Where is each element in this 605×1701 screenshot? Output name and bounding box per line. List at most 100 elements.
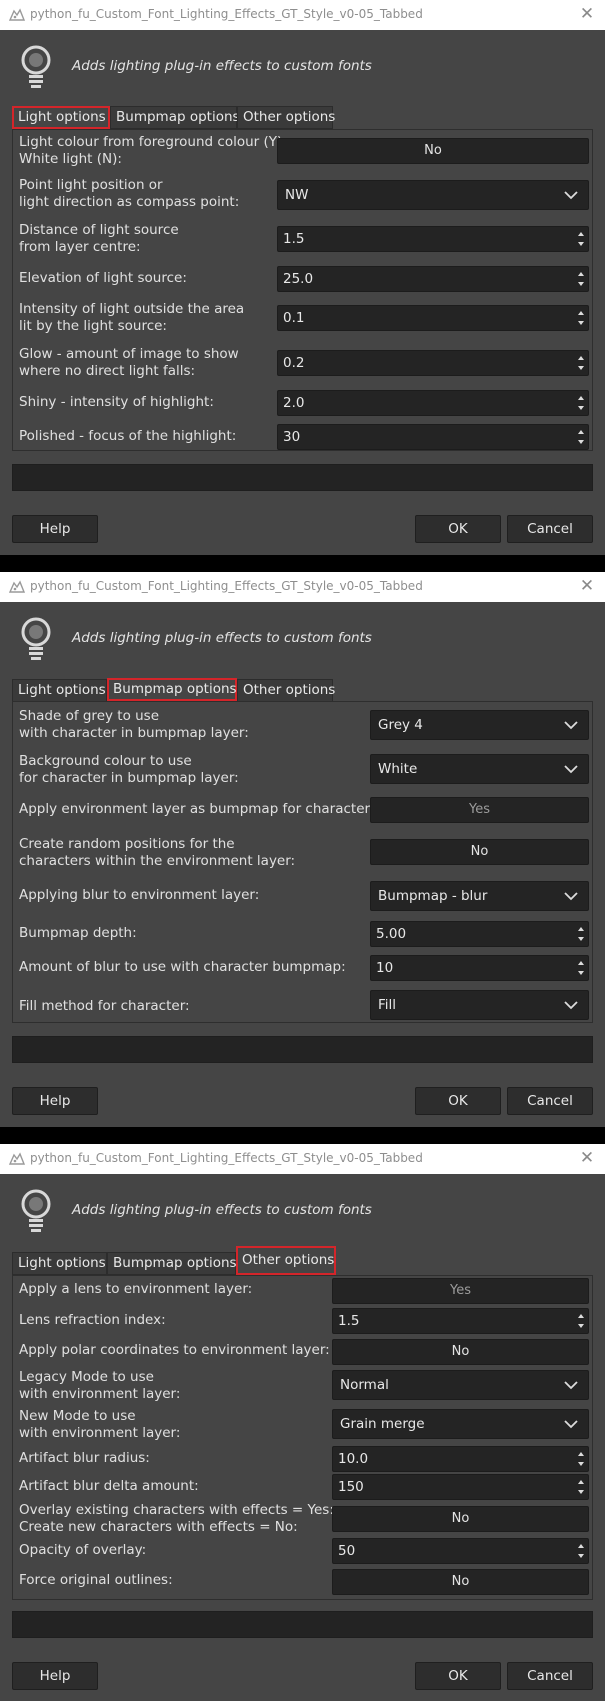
gimp-wilber-icon xyxy=(9,1152,25,1165)
grey-shade-value: Grey 4 xyxy=(378,717,423,733)
polished-value: 30 xyxy=(283,429,301,445)
outlines-label: Force original outlines: xyxy=(19,1572,173,1588)
intensity-spinbox[interactable]: 0.1 xyxy=(277,305,589,331)
polished-label: Polished - focus of the highlight: xyxy=(19,428,237,444)
legacy-mode-value: Normal xyxy=(340,1377,389,1393)
close-icon[interactable]: ✕ xyxy=(577,3,597,25)
help-button[interactable]: Help xyxy=(12,515,98,543)
env-blur-select[interactable]: Bumpmap - blur xyxy=(370,881,589,911)
random-positions-toggle[interactable]: No xyxy=(370,839,589,865)
env-bumpmap-toggle[interactable]: Yes xyxy=(370,797,589,823)
shiny-spinbox[interactable]: 2.0 xyxy=(277,390,589,416)
tab-bumpmap-options[interactable]: Bumpmap options xyxy=(110,106,240,129)
blur-amount-value: 10 xyxy=(376,960,394,976)
ok-button[interactable]: OK xyxy=(415,1662,501,1690)
ok-button[interactable]: OK xyxy=(415,515,501,543)
spin-arrows-icon[interactable] xyxy=(576,228,586,250)
intensity-value: 0.1 xyxy=(283,310,305,326)
tab-other-options[interactable]: Other options xyxy=(237,679,335,702)
cancel-button[interactable]: Cancel xyxy=(507,1087,593,1115)
polar-label: Apply polar coordinates to environment l… xyxy=(19,1342,330,1358)
light-colour-toggle[interactable]: No xyxy=(277,138,589,164)
legacy-mode-select[interactable]: Normal xyxy=(332,1370,589,1400)
new-mode-label: New Mode to use with environment layer: xyxy=(19,1408,181,1441)
new-mode-select[interactable]: Grain merge xyxy=(332,1409,589,1439)
tab-bumpmap-options[interactable]: Bumpmap options xyxy=(107,678,237,701)
light-position-label: Point light position or light direction … xyxy=(19,177,240,210)
tab-bumpmap-options[interactable]: Bumpmap options xyxy=(107,1252,237,1275)
spin-arrows-icon[interactable] xyxy=(576,1476,586,1498)
help-button[interactable]: Help xyxy=(12,1087,98,1115)
spin-arrows-icon[interactable] xyxy=(576,352,586,374)
elevation-value: 25.0 xyxy=(283,271,314,287)
chevron-down-icon xyxy=(564,765,578,774)
shiny-value: 2.0 xyxy=(283,395,305,411)
env-bumpmap-label: Apply environment layer as bumpmap for c… xyxy=(19,801,375,817)
opacity-label: Opacity of overlay: xyxy=(19,1542,147,1558)
help-button[interactable]: Help xyxy=(12,1662,98,1690)
title-bar: python_fu_Custom_Font_Lighting_Effects_G… xyxy=(0,0,605,30)
outlines-toggle[interactable]: No xyxy=(332,1569,589,1595)
new-mode-value: Grain merge xyxy=(340,1416,425,1432)
polished-spinbox[interactable]: 30 xyxy=(277,424,589,450)
refraction-value: 1.5 xyxy=(338,1313,360,1329)
artifact-radius-value: 10.0 xyxy=(338,1451,369,1467)
spin-arrows-icon[interactable] xyxy=(576,1448,586,1470)
chevron-down-icon xyxy=(564,191,578,200)
light-bulb-icon xyxy=(21,617,51,660)
shiny-label: Shiny - intensity of highlight: xyxy=(19,394,214,410)
refraction-spinbox[interactable]: 1.5 xyxy=(332,1308,589,1334)
spin-arrows-icon[interactable] xyxy=(576,307,586,329)
lens-label: Apply a lens to environment layer: xyxy=(19,1281,253,1297)
spin-arrows-icon[interactable] xyxy=(576,957,586,979)
tab-other-options[interactable]: Other options xyxy=(237,106,335,129)
spin-arrows-icon[interactable] xyxy=(576,426,586,448)
glow-spinbox[interactable]: 0.2 xyxy=(277,350,589,376)
artifact-radius-label: Artifact blur radius: xyxy=(19,1450,150,1466)
legacy-mode-label: Legacy Mode to use with environment laye… xyxy=(19,1369,181,1402)
artifact-delta-value: 150 xyxy=(338,1479,364,1495)
artifact-radius-spinbox[interactable]: 10.0 xyxy=(332,1446,589,1472)
lens-toggle[interactable]: Yes xyxy=(332,1278,589,1304)
grey-shade-select[interactable]: Grey 4 xyxy=(370,710,589,740)
light-position-select[interactable]: NW xyxy=(277,180,589,210)
tab-light-options[interactable]: Light options xyxy=(12,679,107,702)
opacity-value: 50 xyxy=(338,1543,356,1559)
artifact-delta-label: Artifact blur delta amount: xyxy=(19,1478,199,1494)
spin-arrows-icon[interactable] xyxy=(576,1310,586,1332)
dialog-light-options: python_fu_Custom_Font_Lighting_Effects_G… xyxy=(0,0,605,555)
background-colour-select[interactable]: White xyxy=(370,754,589,784)
dialog-other-options: python_fu_Custom_Font_Lighting_Effects_G… xyxy=(0,1144,605,1701)
spin-arrows-icon[interactable] xyxy=(576,1540,586,1562)
spin-arrows-icon[interactable] xyxy=(576,268,586,290)
overlay-toggle[interactable]: No xyxy=(332,1506,589,1532)
fill-method-select[interactable]: Fill xyxy=(370,990,589,1020)
gimp-wilber-icon xyxy=(9,580,25,593)
title-bar: python_fu_Custom_Font_Lighting_Effects_G… xyxy=(0,1144,605,1174)
spin-arrows-icon[interactable] xyxy=(576,923,586,945)
cancel-button[interactable]: Cancel xyxy=(507,1662,593,1690)
bumpmap-depth-spinbox[interactable]: 5.00 xyxy=(370,921,589,947)
blur-amount-spinbox[interactable]: 10 xyxy=(370,955,589,981)
plugin-description: Adds lighting plug-in effects to custom … xyxy=(72,1202,372,1218)
distance-spinbox[interactable]: 1.5 xyxy=(277,226,589,252)
elevation-spinbox[interactable]: 25.0 xyxy=(277,266,589,292)
tab-other-options[interactable]: Other options xyxy=(236,1246,336,1275)
chevron-down-icon xyxy=(564,892,578,901)
grey-shade-label: Shade of grey to use with character in b… xyxy=(19,708,249,741)
spin-arrows-icon[interactable] xyxy=(576,392,586,414)
cancel-button[interactable]: Cancel xyxy=(507,515,593,543)
polar-toggle[interactable]: No xyxy=(332,1339,589,1365)
tab-light-options[interactable]: Light options xyxy=(12,106,110,129)
artifact-delta-spinbox[interactable]: 150 xyxy=(332,1474,589,1500)
plugin-description: Adds lighting plug-in effects to custom … xyxy=(72,630,372,646)
opacity-spinbox[interactable]: 50 xyxy=(332,1538,589,1564)
close-icon[interactable]: ✕ xyxy=(577,575,597,597)
window-title: python_fu_Custom_Font_Lighting_Effects_G… xyxy=(30,1151,423,1165)
window-title: python_fu_Custom_Font_Lighting_Effects_G… xyxy=(30,7,423,21)
close-icon[interactable]: ✕ xyxy=(577,1147,597,1169)
tab-light-options[interactable]: Light options xyxy=(12,1252,107,1275)
plugin-description: Adds lighting plug-in effects to custom … xyxy=(72,58,372,74)
ok-button[interactable]: OK xyxy=(415,1087,501,1115)
elevation-label: Elevation of light source: xyxy=(19,270,187,286)
